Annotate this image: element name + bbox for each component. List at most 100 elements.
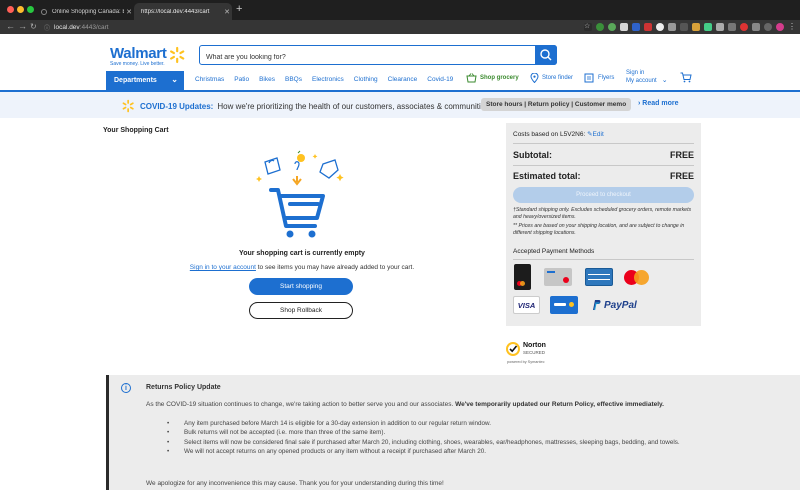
departments-button[interactable]: Departments ⌄ bbox=[106, 71, 184, 90]
walmart-gift-card-icon bbox=[544, 268, 572, 286]
search-input[interactable] bbox=[200, 48, 530, 67]
checkmark-seal-icon bbox=[506, 342, 520, 356]
subtotal-value: FREE bbox=[669, 150, 694, 160]
nav-link-covid-19[interactable]: Covid-19 bbox=[427, 76, 453, 83]
extension-icon[interactable] bbox=[764, 23, 772, 31]
menu-kebab-icon[interactable]: ⋮ bbox=[788, 23, 796, 31]
tab-title: https://local.dev:4443/cart bbox=[141, 8, 210, 15]
close-icon[interactable]: ✕ bbox=[222, 8, 232, 16]
bullet-icon: • bbox=[167, 420, 170, 427]
info-icon: i bbox=[121, 383, 131, 393]
reload-icon[interactable]: ↻ bbox=[30, 22, 37, 31]
bullet-icon: • bbox=[167, 448, 170, 456]
nav-link-bbqs[interactable]: BBQs bbox=[285, 76, 302, 83]
close-window-button[interactable] bbox=[7, 6, 14, 13]
nav-link-patio[interactable]: Patio bbox=[234, 76, 249, 83]
start-shopping-button[interactable]: Start shopping bbox=[249, 278, 353, 295]
proceed-to-checkout-button[interactable]: Proceed to checkout bbox=[513, 187, 694, 203]
extension-icon[interactable] bbox=[620, 23, 628, 31]
url-field[interactable]: ⓘ local.dev:4443/cart bbox=[44, 22, 574, 32]
nav-link-bikes[interactable]: Bikes bbox=[259, 76, 275, 83]
norton-powered-label: powered by Symantec bbox=[507, 360, 545, 364]
nav-row: Departments ⌄ Christmas Patio Bikes BBQs… bbox=[0, 70, 800, 90]
minimize-window-button[interactable] bbox=[17, 6, 24, 13]
star-icon[interactable]: ☆ bbox=[584, 23, 592, 31]
nav-link-christmas[interactable]: Christmas bbox=[195, 76, 224, 83]
american-express-icon bbox=[585, 268, 613, 286]
extension-icon[interactable] bbox=[596, 23, 604, 31]
bullet-icon: • bbox=[167, 429, 170, 437]
extension-icon[interactable] bbox=[632, 23, 640, 31]
flyers-link[interactable]: Flyers bbox=[584, 73, 614, 83]
grocery-basket-icon bbox=[466, 73, 477, 83]
browser-tab-cart[interactable]: https://local.dev:4443/cart ✕ bbox=[134, 3, 232, 20]
shop-grocery-link[interactable]: Shop grocery bbox=[466, 73, 519, 83]
store-finder-link[interactable]: Store finder bbox=[530, 73, 573, 83]
tab-title: Online Shopping Canada: Every bbox=[52, 8, 124, 15]
paypal-label: PayPal bbox=[604, 299, 637, 311]
visa-label: VISA bbox=[517, 300, 536, 310]
back-arrow-icon[interactable]: ← bbox=[6, 21, 15, 31]
maximize-window-button[interactable] bbox=[27, 6, 34, 13]
flyers-label: Flyers bbox=[598, 75, 615, 81]
spark-icon bbox=[170, 46, 185, 64]
site-header: Walmart Save money. Live better. Departm… bbox=[0, 34, 800, 90]
profile-avatar[interactable] bbox=[776, 23, 784, 31]
paypal-mark-icon bbox=[593, 300, 601, 311]
read-more-link[interactable]: › Read more bbox=[638, 100, 678, 107]
policy-lead-text: As the COVID-19 situation continues to c… bbox=[146, 401, 456, 408]
list-item: • Select items will now be considered fin… bbox=[167, 438, 727, 447]
extension-icon[interactable] bbox=[680, 23, 688, 31]
browser-tab-walmart[interactable]: Online Shopping Canada: Every ✕ bbox=[34, 3, 134, 20]
estimated-total-value: FREE bbox=[669, 171, 694, 181]
search-button[interactable] bbox=[535, 45, 557, 65]
tab-favicon-icon bbox=[41, 8, 47, 15]
extension-icon[interactable] bbox=[716, 23, 724, 31]
nav-link-clearance[interactable]: Clearance bbox=[388, 76, 418, 83]
category-nav: Christmas Patio Bikes BBQs Electronics C… bbox=[195, 76, 453, 83]
edit-label: Edit bbox=[592, 131, 604, 138]
chevron-right-icon: › bbox=[638, 100, 641, 107]
url-path: :4443/cart bbox=[79, 23, 109, 31]
location-pin-icon bbox=[530, 73, 539, 83]
extension-icons: ☆ ⋮ bbox=[584, 23, 796, 31]
extension-icon[interactable] bbox=[644, 23, 652, 31]
read-more-label: Read more bbox=[642, 100, 679, 107]
norton-name: Norton bbox=[523, 342, 546, 349]
forward-arrow-icon[interactable]: → bbox=[18, 21, 27, 31]
nav-link-clothing[interactable]: Clothing bbox=[354, 76, 378, 83]
payment-methods-title: Accepted Payment Methods bbox=[513, 248, 595, 255]
sign-in-link[interactable]: Sign in to your account bbox=[190, 264, 256, 271]
extension-icon[interactable] bbox=[752, 23, 760, 31]
my-account-label: My account bbox=[626, 78, 657, 85]
start-shopping-label: Start shopping bbox=[280, 283, 322, 290]
nav-link-electronics[interactable]: Electronics bbox=[312, 76, 344, 83]
policy-title: Returns Policy Update bbox=[146, 384, 221, 391]
cart-icon bbox=[680, 72, 692, 83]
extension-icon[interactable] bbox=[656, 23, 664, 31]
divider bbox=[513, 259, 694, 260]
shop-rollback-button[interactable]: Shop Rollback bbox=[249, 302, 353, 319]
edit-postal-link[interactable]: ✎Edit bbox=[587, 131, 604, 138]
departments-label: Departments bbox=[114, 77, 157, 84]
subtotal-label: Subtotal: bbox=[513, 150, 552, 160]
cart-button[interactable] bbox=[680, 72, 692, 83]
covid-text: How we're prioritizing the health of our… bbox=[217, 101, 492, 111]
account-menu[interactable]: Sign in My account ⌄ bbox=[626, 70, 668, 86]
extension-icon[interactable] bbox=[704, 23, 712, 31]
store-hours-pill[interactable]: Store hours | Return policy | Customer m… bbox=[481, 98, 632, 111]
chevron-down-icon: ⌄ bbox=[661, 77, 668, 85]
walmart-logo[interactable]: Walmart Save money. Live better. bbox=[110, 45, 185, 67]
extension-icon[interactable] bbox=[740, 23, 748, 31]
shop-rollback-label: Shop Rollback bbox=[280, 307, 322, 314]
extension-icon[interactable] bbox=[608, 23, 616, 31]
extension-icon[interactable] bbox=[692, 23, 700, 31]
norton-secured-badge[interactable]: Norton SECURED powered by Symantec bbox=[505, 339, 565, 367]
extension-icon[interactable] bbox=[728, 23, 736, 31]
new-tab-plus-icon[interactable]: + bbox=[236, 3, 242, 15]
extension-icon[interactable] bbox=[668, 23, 676, 31]
close-icon[interactable]: ✕ bbox=[124, 8, 134, 16]
paypal-icon: PayPal bbox=[591, 298, 651, 312]
logo-wordmark: Walmart bbox=[110, 45, 167, 62]
covid-banner: COVID-19 Updates: How we're prioritizing… bbox=[0, 92, 800, 118]
